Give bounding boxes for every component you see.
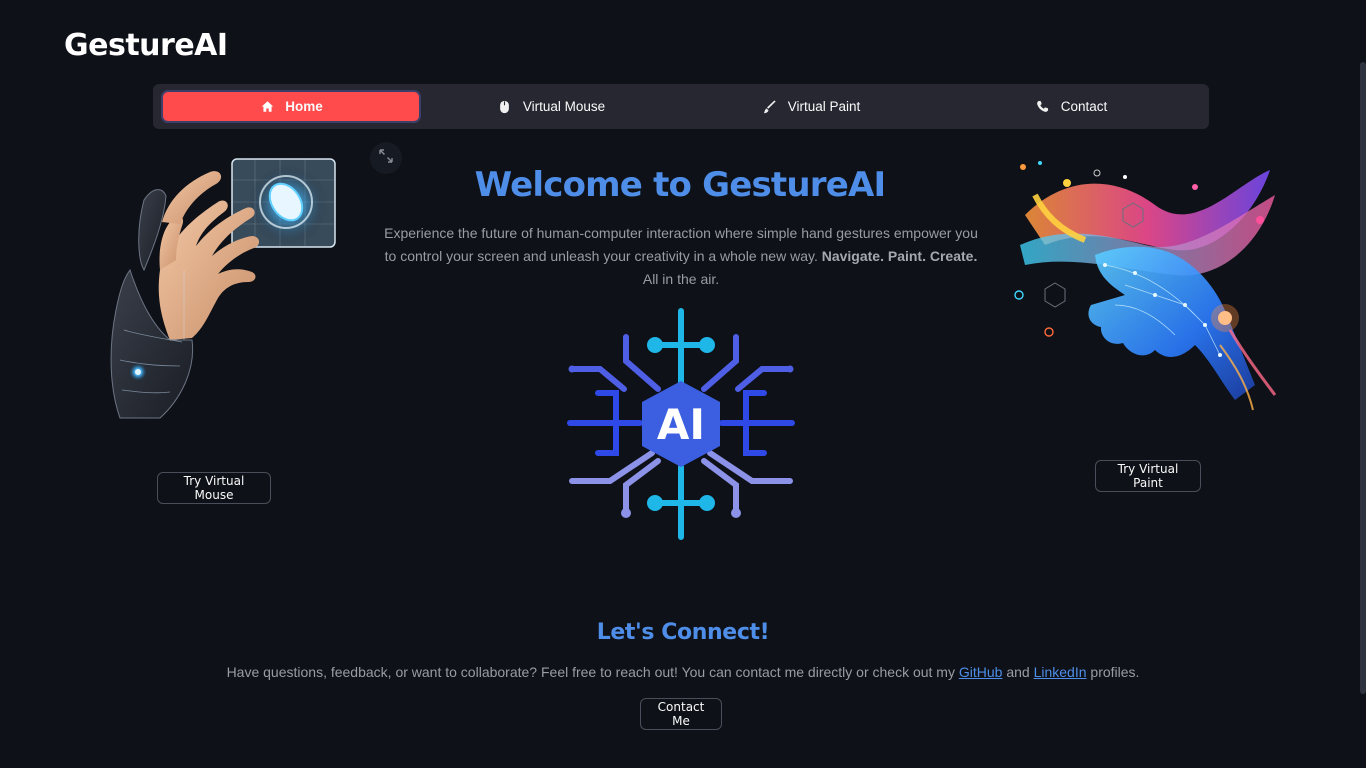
brand-title: GestureAI: [64, 28, 228, 63]
try-virtual-paint-button[interactable]: Try Virtual Paint: [1095, 460, 1201, 492]
github-link[interactable]: GitHub: [959, 664, 1003, 680]
nav-tab-virtual-paint[interactable]: Virtual Paint: [683, 92, 939, 121]
nav-tab-home[interactable]: Home: [163, 92, 419, 121]
brush-icon: [762, 99, 778, 115]
try-virtual-mouse-button[interactable]: Try Virtual Mouse: [157, 472, 271, 504]
hero-description: Experience the future of human-computer …: [380, 222, 982, 291]
page-scrollbar[interactable]: [1360, 62, 1366, 694]
hero-title: Welcome to GestureAI: [474, 165, 887, 205]
app-root: GestureAI Home Virtual Mouse Virtual Pai…: [0, 0, 1366, 768]
virtual-mouse-illustration: [100, 150, 350, 430]
connect-text-after: profiles.: [1090, 664, 1140, 680]
hero-text-bold: Navigate. Paint. Create.: [821, 248, 978, 264]
nav-tab-virtual-mouse[interactable]: Virtual Mouse: [423, 92, 679, 121]
connect-text-and: and: [1006, 664, 1030, 680]
home-icon: [259, 99, 275, 115]
nav-tab-virtual-paint-label: Virtual Paint: [787, 99, 861, 114]
mouse-icon: [497, 99, 513, 115]
connect-text-before: Have questions, feedback, or want to col…: [226, 664, 955, 680]
connect-title: Let's Connect!: [596, 620, 770, 645]
connect-description: Have questions, feedback, or want to col…: [0, 664, 1366, 680]
contact-me-button[interactable]: Contact Me: [640, 698, 722, 730]
nav-tab-home-label: Home: [285, 99, 323, 114]
nav-bar: Home Virtual Mouse Virtual Paint Contact: [153, 84, 1209, 129]
phone-icon: [1035, 99, 1051, 115]
nav-tab-contact[interactable]: Contact: [943, 92, 1199, 121]
hero-text-outro: All in the air.: [642, 271, 720, 287]
ai-circuit-logo: AI: [560, 305, 802, 545]
virtual-paint-illustration: [1005, 155, 1285, 425]
linkedin-link[interactable]: LinkedIn: [1034, 664, 1087, 680]
nav-tab-contact-label: Contact: [1060, 99, 1108, 114]
nav-tab-virtual-mouse-label: Virtual Mouse: [522, 99, 606, 114]
ai-logo-text: AI: [657, 400, 705, 449]
